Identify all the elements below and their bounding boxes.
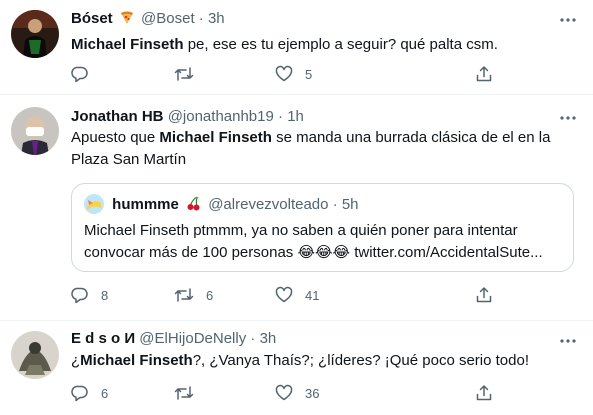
more-options-icon[interactable] <box>557 331 579 351</box>
separator-dot: · <box>332 196 338 213</box>
reply-button[interactable]: 6 <box>71 383 108 403</box>
retweet-icon <box>174 65 194 83</box>
retweet-icon <box>174 384 194 402</box>
mention-highlight: Michael Finseth <box>159 129 272 146</box>
tweet[interactable]: Jonathan HB @jonathanhb19 · 1h Apuesto q… <box>0 95 593 321</box>
reply-icon <box>71 286 89 304</box>
separator-dot: · <box>250 330 256 347</box>
tweet-actions: 5 <box>71 64 493 84</box>
reply-button[interactable]: 8 <box>71 285 108 305</box>
share-button[interactable] <box>475 383 493 403</box>
like-count: 5 <box>305 66 313 82</box>
avatar[interactable] <box>11 107 59 155</box>
share-icon <box>475 286 493 304</box>
share-icon <box>475 384 493 402</box>
tweet-header: Jonathan HB @jonathanhb19 · 1h <box>71 107 304 127</box>
display-name[interactable]: Jonathan HB <box>71 108 164 125</box>
cherries-icon <box>186 196 201 211</box>
tweet-text: ¿Michael Finseth?, ¿Vanya Thaís?; ¿líder… <box>71 350 571 372</box>
share-button[interactable] <box>475 285 493 305</box>
timestamp[interactable]: 1h <box>287 108 304 125</box>
heart-icon <box>275 286 293 304</box>
quote-handle[interactable]: @alrevezvolteado <box>208 196 328 213</box>
tweet[interactable]: E d s o И @ElHijoDeNelly · 3h ¿Michael F… <box>0 321 593 415</box>
more-options-icon[interactable] <box>557 108 579 128</box>
timestamp[interactable]: 3h <box>260 330 277 347</box>
handle[interactable]: @Boset <box>141 10 195 27</box>
mention-highlight: Michael Finseth <box>71 36 184 53</box>
display-name[interactable]: E d s o И <box>71 330 135 347</box>
retweet-icon <box>174 286 194 304</box>
retweet-count: 6 <box>206 287 214 303</box>
quote-avatar[interactable] <box>84 194 104 214</box>
reply-count: 8 <box>101 287 109 303</box>
tweet-actions: 6 36 <box>71 383 493 403</box>
like-button[interactable]: 41 <box>275 285 319 305</box>
retweet-button[interactable] <box>174 64 206 84</box>
more-options-icon[interactable] <box>557 10 579 30</box>
tweet-text-prefix: Apuesto que <box>71 129 160 146</box>
tweet[interactable]: Bóset @Boset · 3h Michael Finseth pe, es… <box>0 0 593 95</box>
heart-icon <box>275 384 293 402</box>
quote-display-name[interactable]: hummme <box>112 196 179 213</box>
reply-button[interactable] <box>71 64 101 84</box>
retweet-button[interactable] <box>174 383 206 403</box>
quote-header: hummme @alrevezvolteado · 5h <box>84 194 359 214</box>
tweet-text: Michael Finseth pe, ese es tu ejemplo a … <box>71 34 571 56</box>
share-icon <box>475 65 493 83</box>
heart-icon <box>275 65 293 83</box>
avatar[interactable] <box>11 10 59 58</box>
reply-icon <box>71 384 89 402</box>
reply-icon <box>71 65 89 83</box>
display-name[interactable]: Bóset <box>71 10 113 27</box>
separator-dot: · <box>278 108 284 125</box>
like-button[interactable]: 5 <box>275 64 312 84</box>
handle[interactable]: @jonathanhb19 <box>168 108 274 125</box>
quoted-tweet[interactable]: hummme @alrevezvolteado · 5h Michael Fin… <box>71 183 574 272</box>
handle[interactable]: @ElHijoDeNelly <box>139 330 246 347</box>
tweet-header: Bóset @Boset · 3h <box>71 9 225 29</box>
tweet-header: E d s o И @ElHijoDeNelly · 3h <box>71 329 276 349</box>
pizza-icon <box>120 11 134 25</box>
reply-count: 6 <box>101 385 109 401</box>
avatar[interactable] <box>11 331 59 379</box>
like-count: 41 <box>305 287 320 303</box>
like-count: 36 <box>305 385 320 401</box>
share-button[interactable] <box>475 64 493 84</box>
tweet-actions: 8 6 41 <box>71 285 493 305</box>
tweet-text-prefix: ¿ <box>71 352 81 369</box>
separator-dot: · <box>198 10 204 27</box>
tweet-text: Apuesto que Michael Finseth se manda una… <box>71 127 571 171</box>
like-button[interactable]: 36 <box>275 383 319 403</box>
tweet-text-body: pe, ese es tu ejemplo a seguir? qué palt… <box>183 36 498 53</box>
tweet-text-body: ?, ¿Vanya Thaís?; ¿líderes? ¡Qué poco se… <box>192 352 529 369</box>
quote-text: Michael Finseth ptmmm, ya no saben a qui… <box>84 222 543 261</box>
quote-timestamp[interactable]: 5h <box>342 196 359 213</box>
timestamp[interactable]: 3h <box>208 10 225 27</box>
mention-highlight: Michael Finseth <box>80 352 193 369</box>
retweet-button[interactable]: 6 <box>174 285 213 305</box>
